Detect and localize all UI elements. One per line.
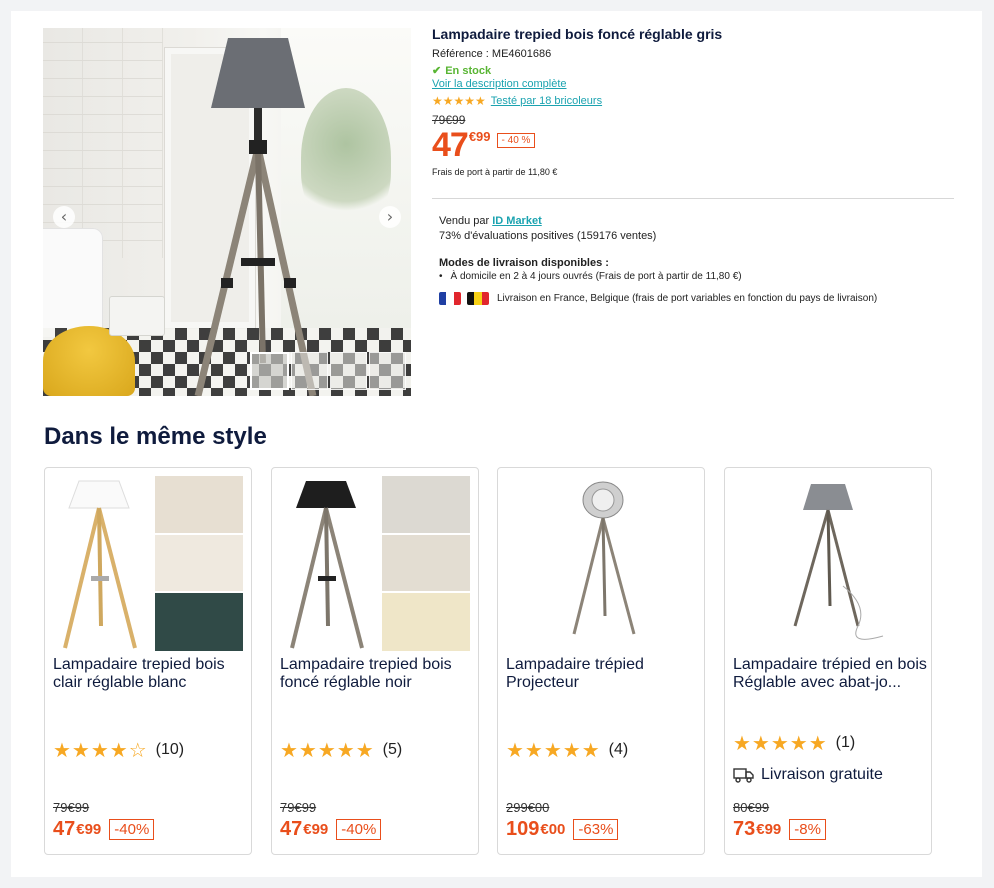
thumbnail-strip: [250, 352, 406, 390]
product-reference: Référence : ME4601686: [432, 48, 552, 60]
price-main: 109: [506, 818, 540, 840]
price: 47 €99 -40%: [53, 818, 155, 841]
price-cents: €99: [756, 821, 782, 838]
chevron-left-icon[interactable]: ‹: [53, 206, 75, 228]
delivery-modes-title: Modes de livraison disponibles :: [439, 257, 609, 269]
old-price: 79€99: [432, 113, 466, 127]
thumbnail[interactable]: [330, 352, 367, 390]
product-card-rating: ★★★★★ (4): [506, 738, 628, 762]
product-card[interactable]: Lampadaire trépied Projecteur ★★★★★ (4) …: [497, 467, 705, 855]
discount-badge: - 40 %: [496, 133, 536, 148]
old-price: 80€99: [733, 800, 770, 815]
delivery-countries: Livraison en France, Belgique (frais de …: [439, 292, 954, 305]
old-price: 79€99: [53, 800, 90, 815]
price: 109 €00 -63%: [506, 818, 619, 841]
rating-count: (5): [382, 741, 403, 758]
same-style-carousel: Lampadaire trepied bois clair réglable b…: [44, 467, 934, 855]
rating-stars-icon: ★★★★★: [506, 738, 601, 762]
sold-by-label: Vendu par: [439, 215, 490, 227]
product-card-rating: ★★★★★ (1): [733, 731, 855, 755]
old-price: 299€00: [506, 800, 550, 815]
rating-stars-icon: ★★★★★: [280, 738, 375, 762]
delivery-mode-item: • À domicile en 2 à 4 jours ouvrés (Frai…: [439, 271, 742, 282]
product-card-image: [733, 476, 923, 651]
seller-evaluations: 73% d'évaluations positives (159176 vent…: [439, 230, 657, 242]
discount-badge: -40%: [109, 819, 155, 840]
product-card-image: [506, 476, 696, 651]
product-card-name[interactable]: Lampadaire trepied bois clair réglable b…: [53, 656, 248, 692]
price: 73 €99 -8%: [733, 818, 826, 841]
product-page: ‹ › Lampadaire trepied bois foncé réglab…: [11, 11, 982, 877]
discount-badge: -40%: [336, 819, 382, 840]
product-card[interactable]: Lampadaire trepied bois foncé réglable n…: [271, 467, 479, 855]
product-image-gallery[interactable]: ‹ ›: [43, 28, 411, 396]
product-card-image: [280, 476, 470, 651]
free-delivery: Livraison gratuite: [733, 766, 883, 784]
price-main: 47: [432, 126, 469, 164]
product-card-rating: ★★★★☆ (10): [53, 738, 184, 762]
price-main: 47: [280, 818, 303, 840]
discount-badge: -8%: [789, 819, 826, 840]
section-title: Dans le même style: [44, 423, 267, 450]
price-cents: €99: [76, 821, 102, 838]
france-flag-icon: [439, 292, 461, 305]
product-card[interactable]: Lampadaire trepied bois clair réglable b…: [44, 467, 252, 855]
price-cents: €99: [303, 821, 329, 838]
product-card-name[interactable]: Lampadaire trepied bois foncé réglable n…: [280, 656, 475, 692]
product-card-rating: ★★★★★ (5): [280, 738, 402, 762]
product-card-name[interactable]: Lampadaire trépied en bois Réglable avec…: [733, 656, 928, 692]
product-rating: ★★★★★ Testé par 18 bricoleurs: [432, 94, 954, 108]
description-link[interactable]: Voir la description complète: [432, 78, 954, 90]
shipping-info: Frais de port à partir de 11,80 €: [432, 167, 558, 177]
thumbnail[interactable]: [369, 352, 406, 390]
lamp-illustration: [194, 38, 317, 396]
bullet-icon: •: [439, 271, 443, 282]
rating-count: (10): [155, 741, 185, 758]
chevron-right-icon[interactable]: ›: [379, 206, 401, 228]
rating-count: (4): [608, 741, 629, 758]
price: 47 €99 - 40 %: [432, 126, 954, 164]
product-card[interactable]: Lampadaire trépied en bois Réglable avec…: [724, 467, 932, 855]
thumbnail[interactable]: [291, 352, 328, 390]
rating-count: (1): [835, 734, 856, 751]
rating-stars-icon: ★★★★★: [733, 731, 828, 755]
seller-link[interactable]: ID Market: [492, 215, 542, 227]
rating-stars-icon: ★★★★★: [432, 94, 486, 108]
tested-link[interactable]: Testé par 18 bricoleurs: [491, 95, 602, 107]
price-cents: €99: [468, 129, 491, 144]
stock-status: ✔ En stock: [432, 65, 492, 77]
check-icon: ✔: [432, 65, 442, 77]
price-cents: €00: [540, 821, 566, 838]
discount-badge: -63%: [573, 819, 619, 840]
price-main: 47: [53, 818, 76, 840]
price: 47 €99 -40%: [280, 818, 382, 841]
belgium-flag-icon: [467, 292, 489, 305]
product-card-name[interactable]: Lampadaire trépied Projecteur: [506, 656, 701, 692]
truck-icon: [733, 768, 754, 783]
seller-info: Vendu par ID Market 73% d'évaluations po…: [439, 215, 954, 305]
product-title: Lampadaire trepied bois foncé réglable g…: [432, 26, 723, 42]
product-card-image: [53, 476, 243, 651]
old-price: 79€99: [280, 800, 317, 815]
price-main: 73: [733, 818, 756, 840]
product-info: Lampadaire trepied bois foncé réglable g…: [432, 26, 954, 177]
divider: [432, 198, 954, 199]
rating-stars-icon: ★★★★☆: [53, 738, 148, 762]
thumbnail[interactable]: [250, 352, 289, 390]
